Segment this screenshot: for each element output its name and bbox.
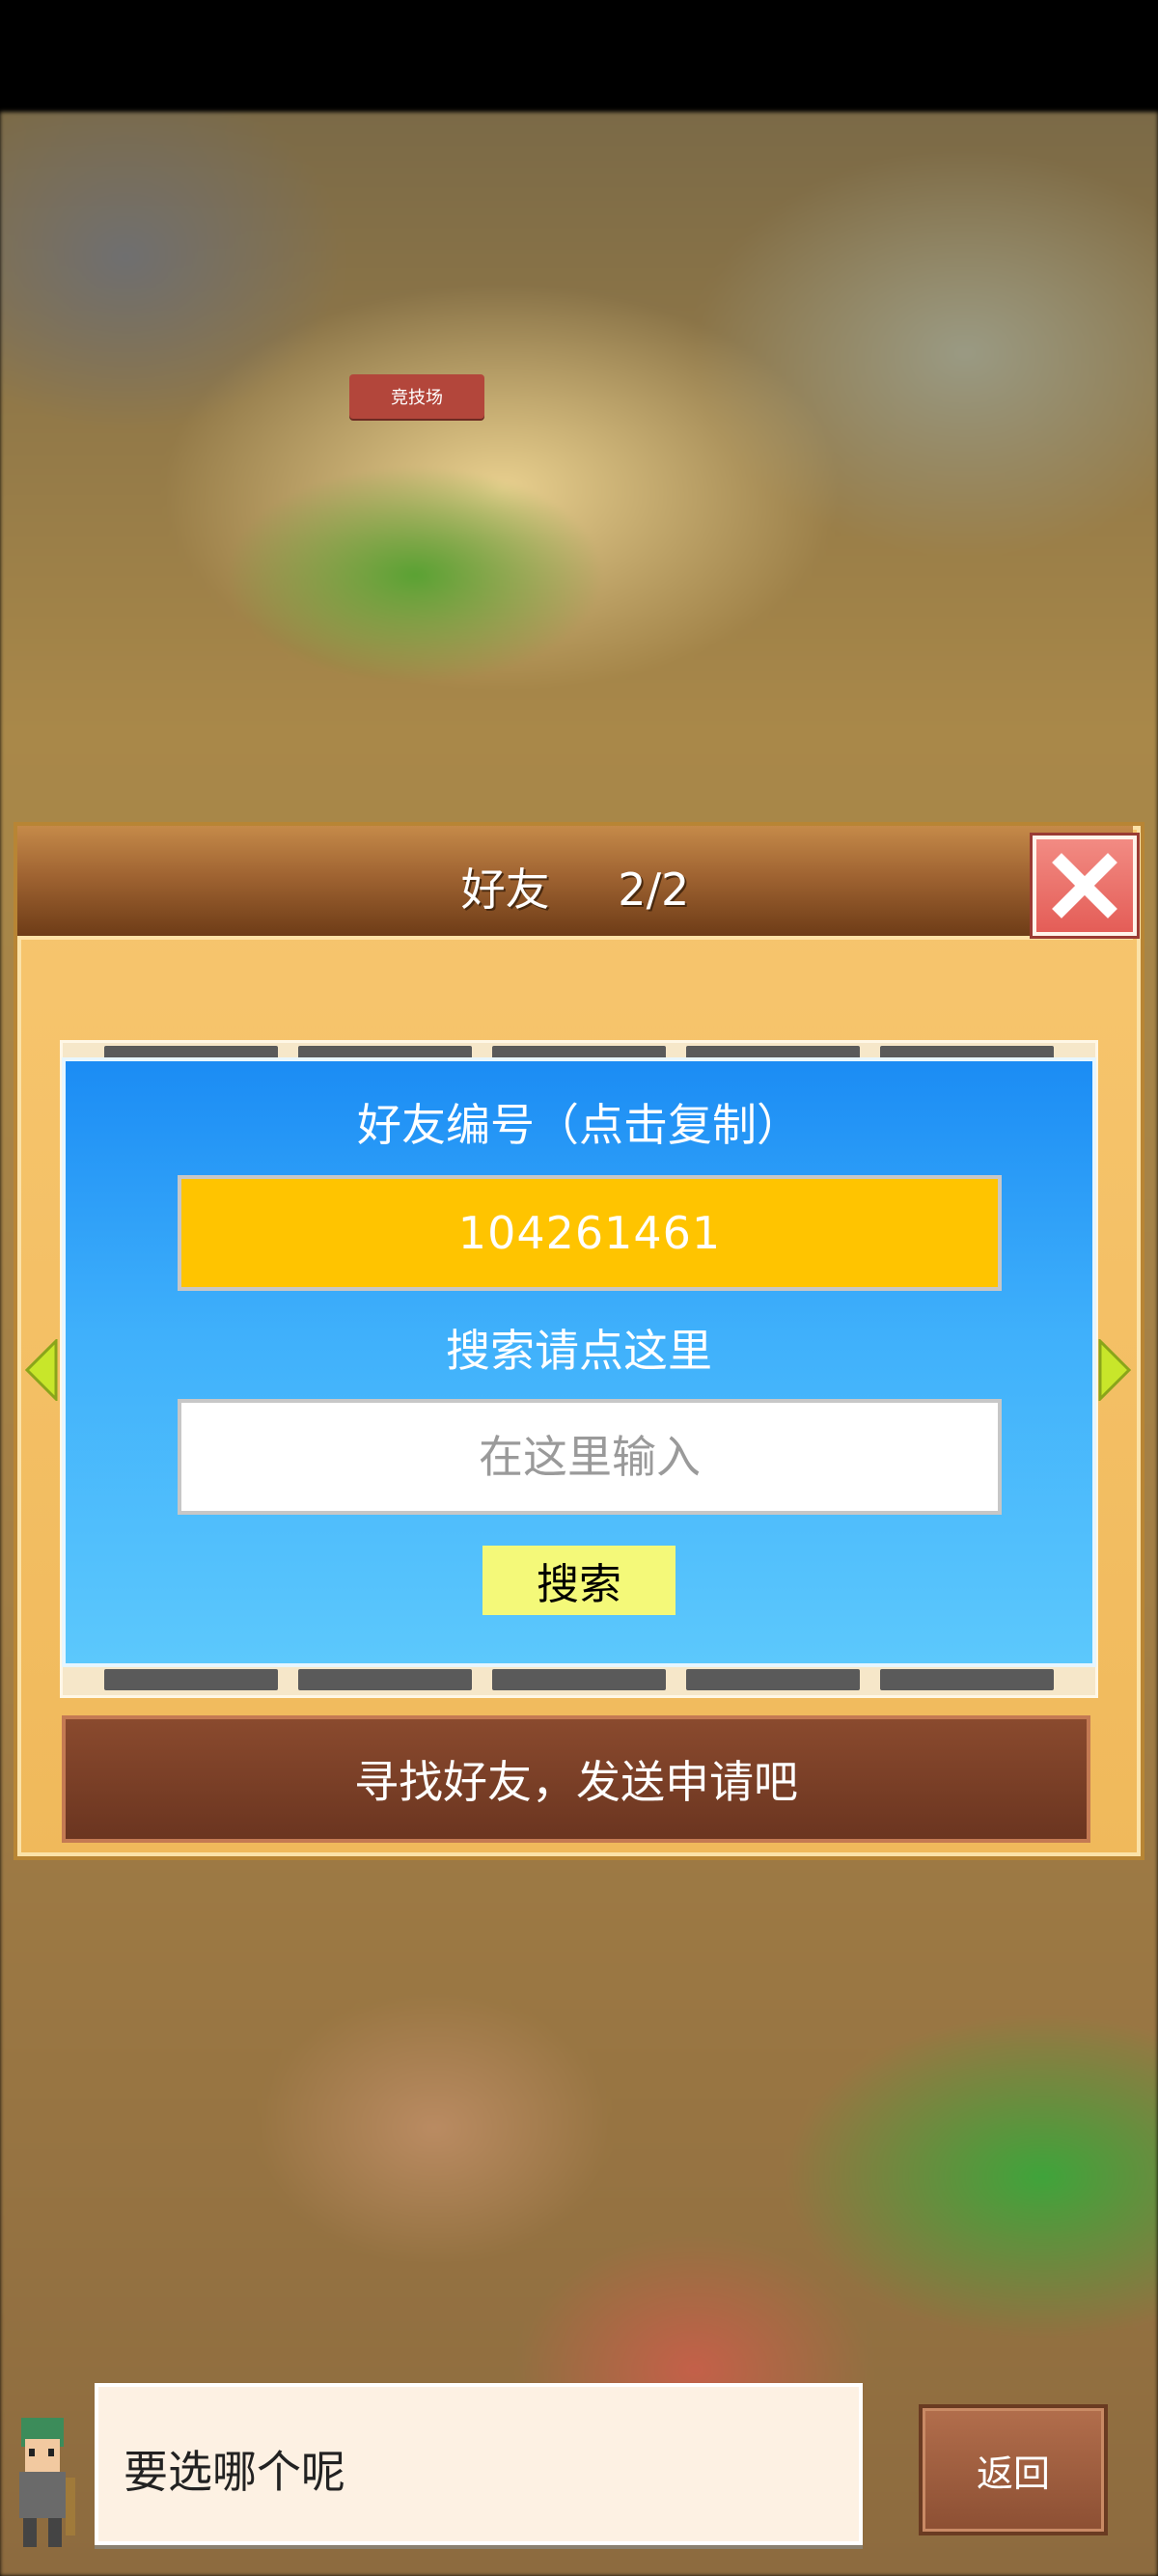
close-x-icon [1052,853,1117,918]
friend-slot [492,1669,666,1690]
friend-slot [880,1669,1054,1690]
friend-slot-bars-bottom [104,1669,1054,1694]
guide-character-avatar [19,2418,75,2547]
friend-id-copy-box[interactable]: 104261461 [178,1175,1002,1291]
dialog-header: 好友 2/2 [17,826,1133,940]
previous-page-arrow-icon[interactable] [25,1339,58,1401]
close-button[interactable] [1030,833,1140,939]
speech-bubble: 要选哪个呢 [95,2383,863,2545]
find-friends-button[interactable]: 寻找好友，发送申请吧 [62,1715,1090,1843]
dialog-title: 好友 2/2 [17,855,1133,918]
friend-slot [298,1669,472,1690]
next-page-arrow-icon[interactable] [1098,1339,1131,1401]
page-indicator: 2/2 [618,863,690,916]
search-input[interactable] [178,1399,1002,1515]
search-label: 搜索请点这里 [446,1325,712,1377]
friend-id-label: 好友编号（点击复制） [357,1099,801,1151]
status-bar [0,0,1158,112]
back-button[interactable]: 返回 [919,2404,1108,2535]
search-button[interactable]: 搜索 [482,1546,676,1615]
friend-slot [686,1669,860,1690]
friend-search-popup: 好友编号（点击复制） 104261461 搜索请点这里 搜索 [62,1057,1096,1667]
arena-building-sign[interactable]: 竞技场 [349,374,484,419]
friend-slot [104,1669,278,1690]
speech-text: 要选哪个呢 [124,2446,345,2498]
dialog-title-text: 好友 [460,863,550,916]
